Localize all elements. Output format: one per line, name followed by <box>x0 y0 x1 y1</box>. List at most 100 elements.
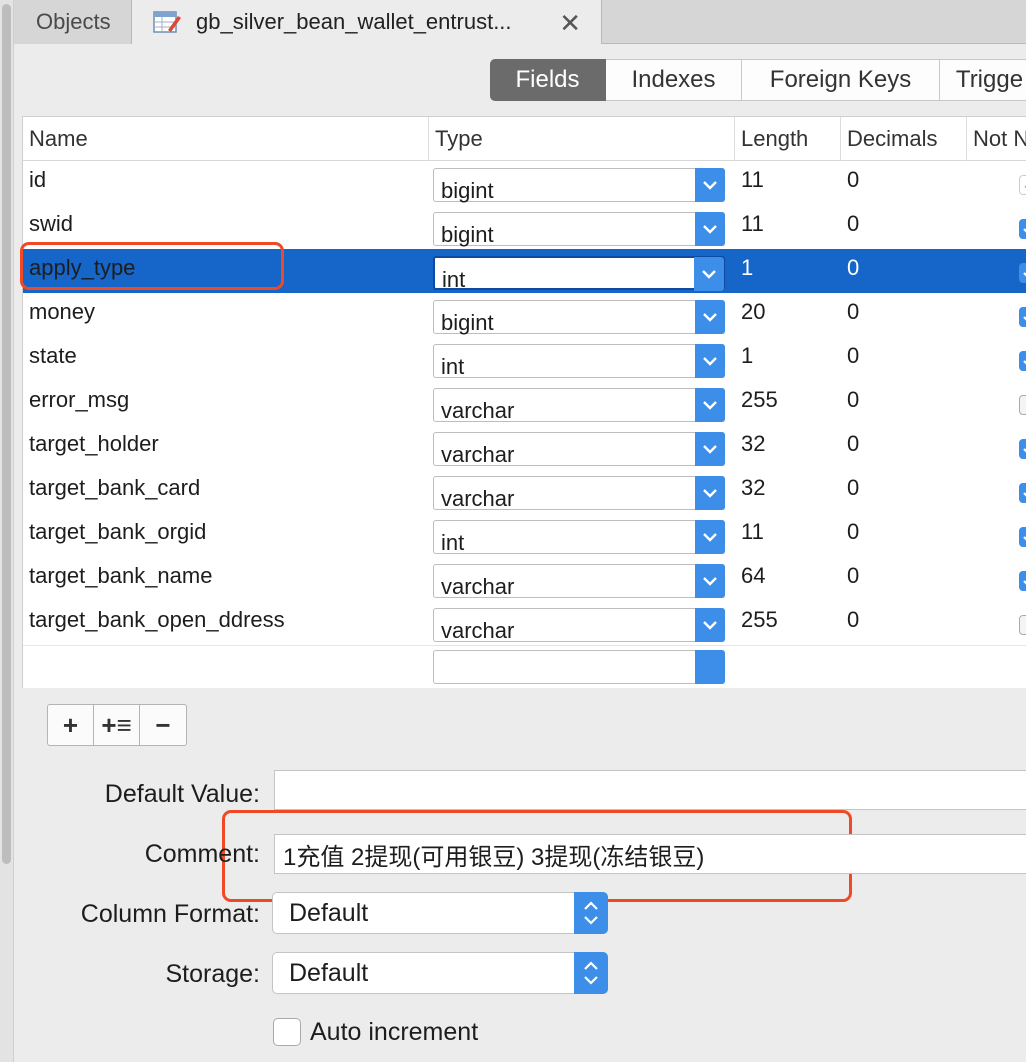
type-select[interactable]: varchar <box>433 388 725 423</box>
column-header-decimals[interactable]: Decimals <box>841 117 967 161</box>
tab-table-design[interactable]: gb_silver_bean_wallet_entrust... ✕ <box>132 0 602 44</box>
segment-indexes[interactable]: Indexes <box>606 59 742 101</box>
field-name-cell[interactable]: target_bank_name <box>23 557 429 601</box>
table-row[interactable]: money bigint 20 0 <box>23 293 1026 337</box>
column-format-value: Default <box>289 898 369 927</box>
column-header-length[interactable]: Length <box>735 117 841 161</box>
decimals-cell[interactable]: 0 <box>841 337 967 381</box>
decimals-cell[interactable]: 0 <box>841 469 967 513</box>
remove-field-button[interactable]: − <box>140 705 186 745</box>
not-null-checkbox[interactable] <box>1019 307 1026 327</box>
default-value-field[interactable] <box>274 770 1026 810</box>
field-name-cell[interactable]: money <box>23 293 429 337</box>
default-value-label: Default Value: <box>104 780 260 808</box>
decimals-cell[interactable]: 0 <box>841 161 967 205</box>
updown-arrows-icon <box>574 892 608 934</box>
field-name-cell[interactable]: id <box>23 161 429 205</box>
storage-select[interactable]: Default <box>272 952 608 994</box>
close-icon[interactable]: ✕ <box>559 8 581 39</box>
type-select[interactable]: bigint <box>433 300 725 335</box>
add-field-button[interactable]: + <box>48 705 94 745</box>
type-select[interactable]: varchar <box>433 476 725 511</box>
field-name-cell[interactable]: target_bank_card <box>23 469 429 513</box>
length-cell[interactable]: 11 <box>735 161 841 205</box>
field-name-cell[interactable]: state <box>23 337 429 381</box>
field-name-cell[interactable]: target_holder <box>23 425 429 469</box>
type-value: bigint <box>441 178 494 203</box>
not-null-checkbox[interactable] <box>1019 351 1026 371</box>
length-cell[interactable]: 32 <box>735 469 841 513</box>
left-scrollbar-thumb[interactable] <box>2 4 11 864</box>
decimals-cell[interactable]: 0 <box>841 557 967 601</box>
length-cell[interactable]: 11 <box>735 205 841 249</box>
tab-bar: Objects gb_silver_bean_wallet_entrust...… <box>14 0 1026 44</box>
not-null-checkbox[interactable] <box>1019 483 1026 503</box>
storage-value: Default <box>289 958 369 987</box>
decimals-cell[interactable]: 0 <box>841 601 967 645</box>
column-format-select[interactable]: Default <box>272 892 608 934</box>
length-cell[interactable]: 255 <box>735 601 841 645</box>
decimals-cell[interactable]: 0 <box>841 513 967 557</box>
chevron-down-icon <box>695 344 725 378</box>
table-row[interactable]: target_bank_name varchar 64 0 <box>23 557 1026 601</box>
table-row[interactable]: target_holder varchar 32 0 <box>23 425 1026 469</box>
not-null-checkbox[interactable] <box>1019 527 1026 547</box>
not-null-checkbox[interactable] <box>1019 439 1026 459</box>
type-value: int <box>441 354 465 379</box>
not-null-checkbox[interactable] <box>1019 615 1026 635</box>
column-header-name[interactable]: Name <box>23 117 429 161</box>
decimals-cell[interactable]: 0 <box>841 381 967 425</box>
not-null-checkbox[interactable] <box>1019 219 1026 239</box>
type-select[interactable]: varchar <box>433 608 725 643</box>
length-cell[interactable]: 20 <box>735 293 841 337</box>
table-row[interactable]: id bigint 11 0 <box>23 161 1026 205</box>
type-select[interactable]: varchar <box>433 432 725 467</box>
field-name-cell[interactable]: error_msg <box>23 381 429 425</box>
chevron-down-icon <box>695 168 725 202</box>
auto-increment-label: Auto increment <box>310 1018 479 1046</box>
length-cell[interactable]: 11 <box>735 513 841 557</box>
type-select[interactable]: bigint <box>433 168 725 203</box>
field-name-cell[interactable]: target_bank_orgid <box>23 513 429 557</box>
not-null-checkbox[interactable] <box>1019 263 1026 283</box>
tab-objects[interactable]: Objects <box>14 0 132 44</box>
column-header-not-null[interactable]: Not N <box>967 117 1026 161</box>
length-cell[interactable]: 32 <box>735 425 841 469</box>
segment-fields[interactable]: Fields <box>490 59 606 101</box>
type-select[interactable]: int <box>433 256 725 292</box>
segment-foreign-keys[interactable]: Foreign Keys <box>742 59 940 101</box>
segment-triggers[interactable]: Trigge <box>940 59 1026 101</box>
length-cell[interactable]: 64 <box>735 557 841 601</box>
length-cell[interactable]: 255 <box>735 381 841 425</box>
auto-increment-checkbox[interactable] <box>273 1018 301 1046</box>
insert-field-button[interactable]: +≡ <box>94 705 140 745</box>
type-value: varchar <box>441 442 515 467</box>
length-cell[interactable]: 1 <box>735 249 841 293</box>
table-row[interactable]: target_bank_orgid int 11 0 <box>23 513 1026 557</box>
not-null-checkbox[interactable] <box>1019 175 1026 195</box>
type-select[interactable]: bigint <box>433 212 725 247</box>
decimals-cell[interactable]: 0 <box>841 249 967 293</box>
decimals-cell[interactable]: 0 <box>841 425 967 469</box>
comment-label: Comment: <box>144 840 260 868</box>
chevron-down-icon <box>695 432 725 466</box>
updown-arrows-icon <box>574 952 608 994</box>
decimals-cell[interactable]: 0 <box>841 205 967 249</box>
type-select[interactable]: int <box>433 520 725 555</box>
type-value: bigint <box>441 310 494 335</box>
not-null-checkbox[interactable] <box>1019 571 1026 591</box>
decimals-cell[interactable]: 0 <box>841 293 967 337</box>
type-select[interactable]: int <box>433 344 725 379</box>
not-null-checkbox[interactable] <box>1019 395 1026 415</box>
annotation-highlight-apply-type <box>20 242 284 290</box>
table-row[interactable]: state int 1 0 <box>23 337 1026 381</box>
type-select[interactable]: varchar <box>433 564 725 599</box>
table-row[interactable]: error_msg varchar 255 0 <box>23 381 1026 425</box>
length-cell[interactable]: 1 <box>735 337 841 381</box>
comment-field[interactable]: 1充值 2提现(可用银豆) 3提现(冻结银豆) <box>274 834 1026 874</box>
field-name-cell[interactable]: target_bank_open_ddress <box>23 601 429 645</box>
chevron-down-icon <box>695 520 725 554</box>
table-row[interactable]: target_bank_open_ddress varchar 255 0 <box>23 601 1026 645</box>
column-header-type[interactable]: Type <box>429 117 735 161</box>
table-row[interactable]: target_bank_card varchar 32 0 <box>23 469 1026 513</box>
